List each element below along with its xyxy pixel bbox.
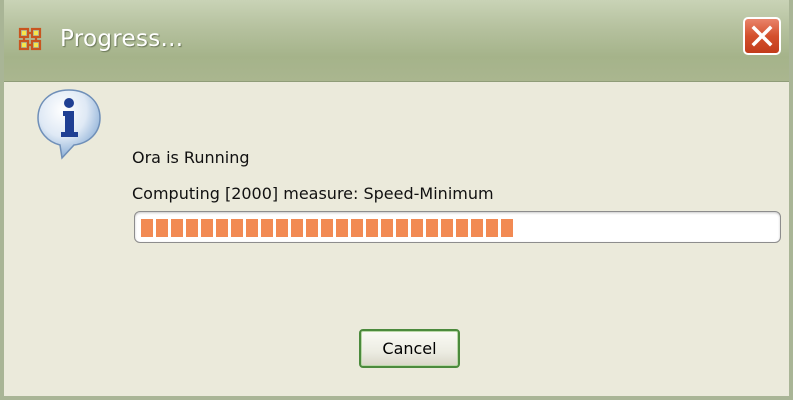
title-bar[interactable]: Progress...	[4, 0, 789, 82]
detail-text: Computing [2000] measure: Speed-Minimum	[132, 184, 494, 203]
cancel-button[interactable]: Cancel	[359, 329, 460, 368]
progress-dialog: Progress... Ora is Running Computing [20…	[0, 0, 793, 400]
dialog-body: Ora is Running Computing [2000] measure:…	[4, 82, 789, 396]
window-title: Progress...	[60, 26, 184, 52]
progress-fill	[141, 219, 516, 237]
ora-network-icon	[18, 27, 42, 51]
close-x-icon	[751, 25, 773, 47]
status-text: Ora is Running	[132, 148, 250, 167]
close-button[interactable]	[743, 17, 781, 55]
info-icon	[37, 89, 101, 160]
progress-bar	[134, 211, 781, 243]
